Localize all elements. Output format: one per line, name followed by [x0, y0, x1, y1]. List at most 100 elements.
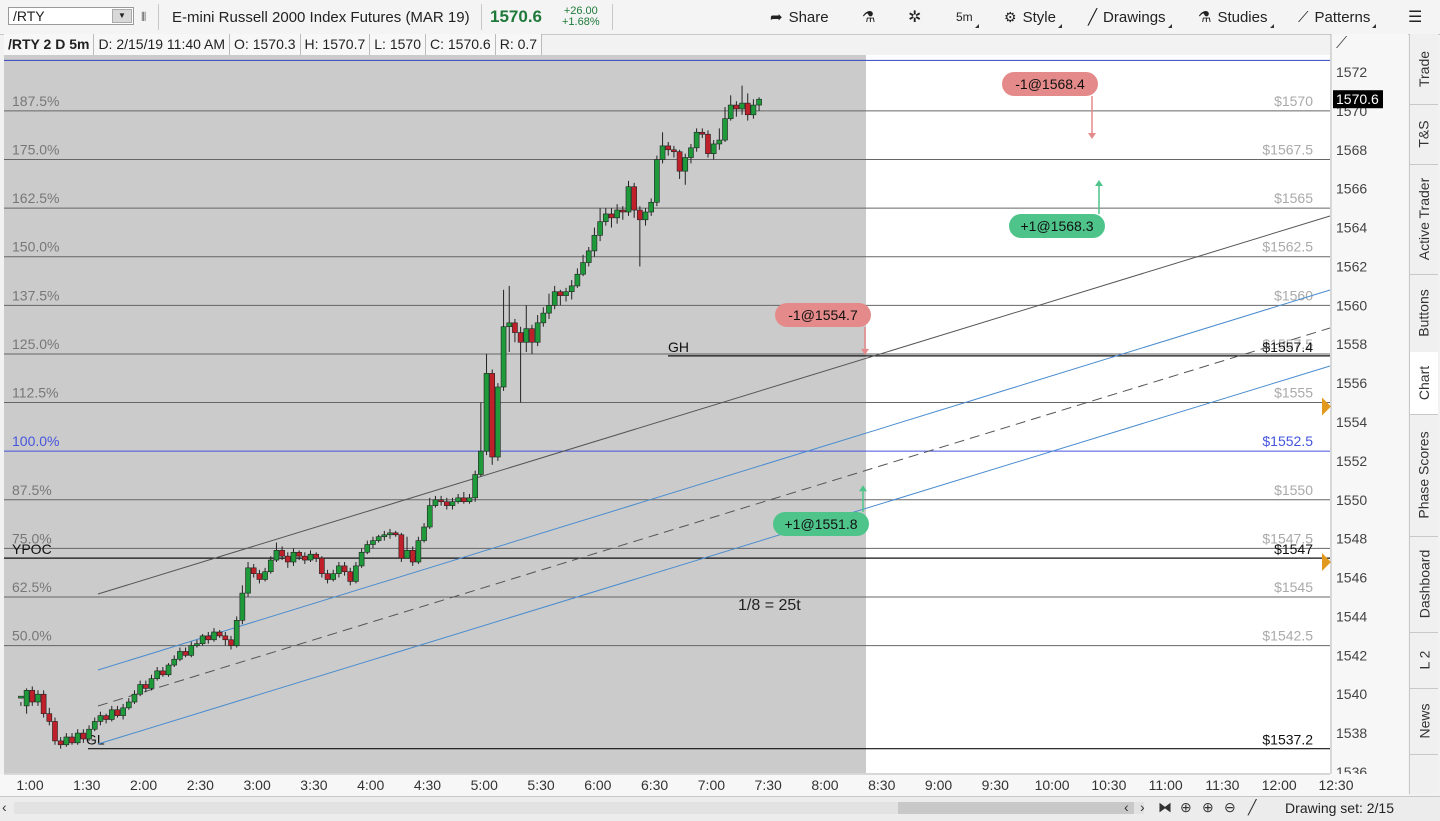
candle-body [523, 328, 530, 343]
scroll-left-icon[interactable]: ‹ [2, 799, 7, 815]
candle-body [171, 658, 178, 666]
studies-flask-icon: ⚗ [1198, 9, 1212, 26]
tab-news[interactable]: News [1410, 688, 1438, 755]
expand-icon[interactable]: ⧓ [1158, 799, 1172, 816]
time-tick-label: 11:00 [1149, 777, 1183, 793]
last-price: 1570.6 [490, 7, 542, 26]
candle-body [591, 235, 598, 252]
scroll-back-icon[interactable]: ‹ [1124, 799, 1129, 815]
candle-body [358, 551, 365, 567]
candle-body [483, 373, 490, 452]
candle-body [557, 291, 564, 296]
symbol-dropdown-button[interactable]: ▼ [112, 9, 132, 23]
time-tick-label: 8:30 [868, 777, 895, 793]
candle-body [262, 571, 268, 580]
tab-buttons[interactable]: Buttons [1410, 274, 1438, 353]
zoom-in-icon[interactable]: ⊕ [1202, 799, 1214, 816]
candle-body [177, 651, 183, 660]
patterns-icon: ⟋ [1298, 8, 1309, 26]
candle-body [267, 559, 274, 573]
candle-body [319, 557, 325, 574]
tab-chart[interactable]: Chart [1410, 352, 1438, 415]
dropdown-corner-icon [1167, 24, 1172, 28]
time-tick-label: 9:00 [925, 777, 952, 793]
candle-body [614, 209, 620, 219]
drawing-set-label[interactable]: Drawing set: 2/15 [1285, 800, 1394, 816]
symbol-input[interactable]: /RTY ▼ [8, 7, 134, 25]
candle-body [114, 709, 121, 716]
candle-body [665, 145, 672, 151]
price-tick-label: 1560 [1336, 297, 1367, 313]
crosshair-icon[interactable]: ⊕ [1180, 799, 1192, 816]
fib-level-percent: 175.0% [12, 142, 59, 158]
time-tick-label: 4:30 [414, 777, 441, 793]
horizontal-scrollbar[interactable] [14, 802, 1144, 814]
candle-body [534, 322, 541, 343]
candle-body [733, 104, 740, 110]
candle-body [466, 497, 473, 503]
menu-button[interactable]: ☰ [1408, 0, 1422, 34]
candle-body [80, 732, 87, 740]
candle-body [302, 555, 308, 561]
fib-level-percent: 62.5% [12, 579, 52, 595]
candle-body [199, 635, 206, 644]
share-icon: ➦ [770, 9, 783, 26]
overnight-shading [4, 55, 866, 773]
candle-body [375, 536, 382, 541]
price-tick-label: 1562 [1336, 258, 1367, 274]
candle-body [671, 149, 677, 153]
candle-body [705, 133, 711, 154]
candle-body [495, 386, 501, 458]
price-tick-label: 1566 [1336, 181, 1367, 197]
tab-level2[interactable]: L 2 [1410, 632, 1438, 689]
fib-level-percent: 162.5% [12, 190, 59, 206]
candle-body [574, 273, 581, 287]
share-button[interactable]: ➦ Share [760, 0, 848, 34]
tab-dashboard[interactable]: Dashboard [1410, 536, 1438, 633]
style-button[interactable]: ⚙ Style [1004, 0, 1062, 34]
drawings-button[interactable]: ╱ Drawings [1088, 0, 1172, 34]
candle-body [279, 550, 285, 557]
scroll-forward-icon[interactable]: › [1140, 799, 1145, 815]
tab-phase-scores[interactable]: Phase Scores [1410, 414, 1438, 537]
fib-level-price: $1552.5 [1262, 433, 1313, 449]
time-tick-label: 5:00 [471, 777, 498, 793]
price-tick-label: 1568 [1336, 142, 1367, 158]
tab-time-and-sales[interactable]: T&S [1410, 104, 1438, 165]
settings-button[interactable]: ✲ [908, 0, 921, 34]
tab-active-trader[interactable]: Active Trader [1410, 164, 1438, 275]
candle-body [370, 540, 376, 545]
studies-button[interactable]: ⚗ Studies [1198, 0, 1274, 34]
candle-body [551, 291, 558, 306]
candle-body [273, 550, 280, 561]
draw-line-icon[interactable]: ╱ [1248, 799, 1256, 816]
candle-body [461, 497, 467, 503]
candle-body [489, 373, 496, 458]
candle-body [165, 664, 172, 676]
scroll-thumb[interactable] [898, 802, 1134, 814]
candle-body [233, 620, 240, 646]
patterns-button[interactable]: ⟋ Patterns [1298, 0, 1377, 34]
chart-annotation: 1/8 = 25t [738, 597, 801, 614]
candle-body [52, 721, 58, 742]
candle-body [506, 322, 513, 328]
interval-button[interactable]: 5m [956, 0, 979, 34]
candle-body [540, 312, 547, 324]
toolbar-divider [481, 4, 482, 30]
tab-trade[interactable]: Trade [1410, 34, 1438, 105]
candle-body [693, 131, 700, 149]
price-tick-label: 1550 [1336, 492, 1367, 508]
candle-body [341, 565, 348, 573]
time-tick-label: 12:30 [1318, 777, 1353, 793]
flask-button[interactable]: ⚗ [862, 0, 875, 34]
candle-body [330, 573, 337, 580]
link-icon[interactable]: ⦀ [141, 0, 146, 34]
candle-body [602, 213, 609, 223]
candle-body [398, 534, 405, 559]
candle-body [143, 684, 149, 689]
price-chart[interactable]: 187.5% $1570 175.0% $1567.5 162.5% $1565 150.0… [0, 34, 1408, 798]
fib-level-percent: 187.5% [12, 93, 59, 109]
time-tick-label: 2:00 [130, 777, 157, 793]
side-panel-tabs: Trade T&S Active Trader Buttons Chart Ph… [1409, 34, 1438, 794]
zoom-out-icon[interactable]: ⊖ [1224, 799, 1236, 816]
